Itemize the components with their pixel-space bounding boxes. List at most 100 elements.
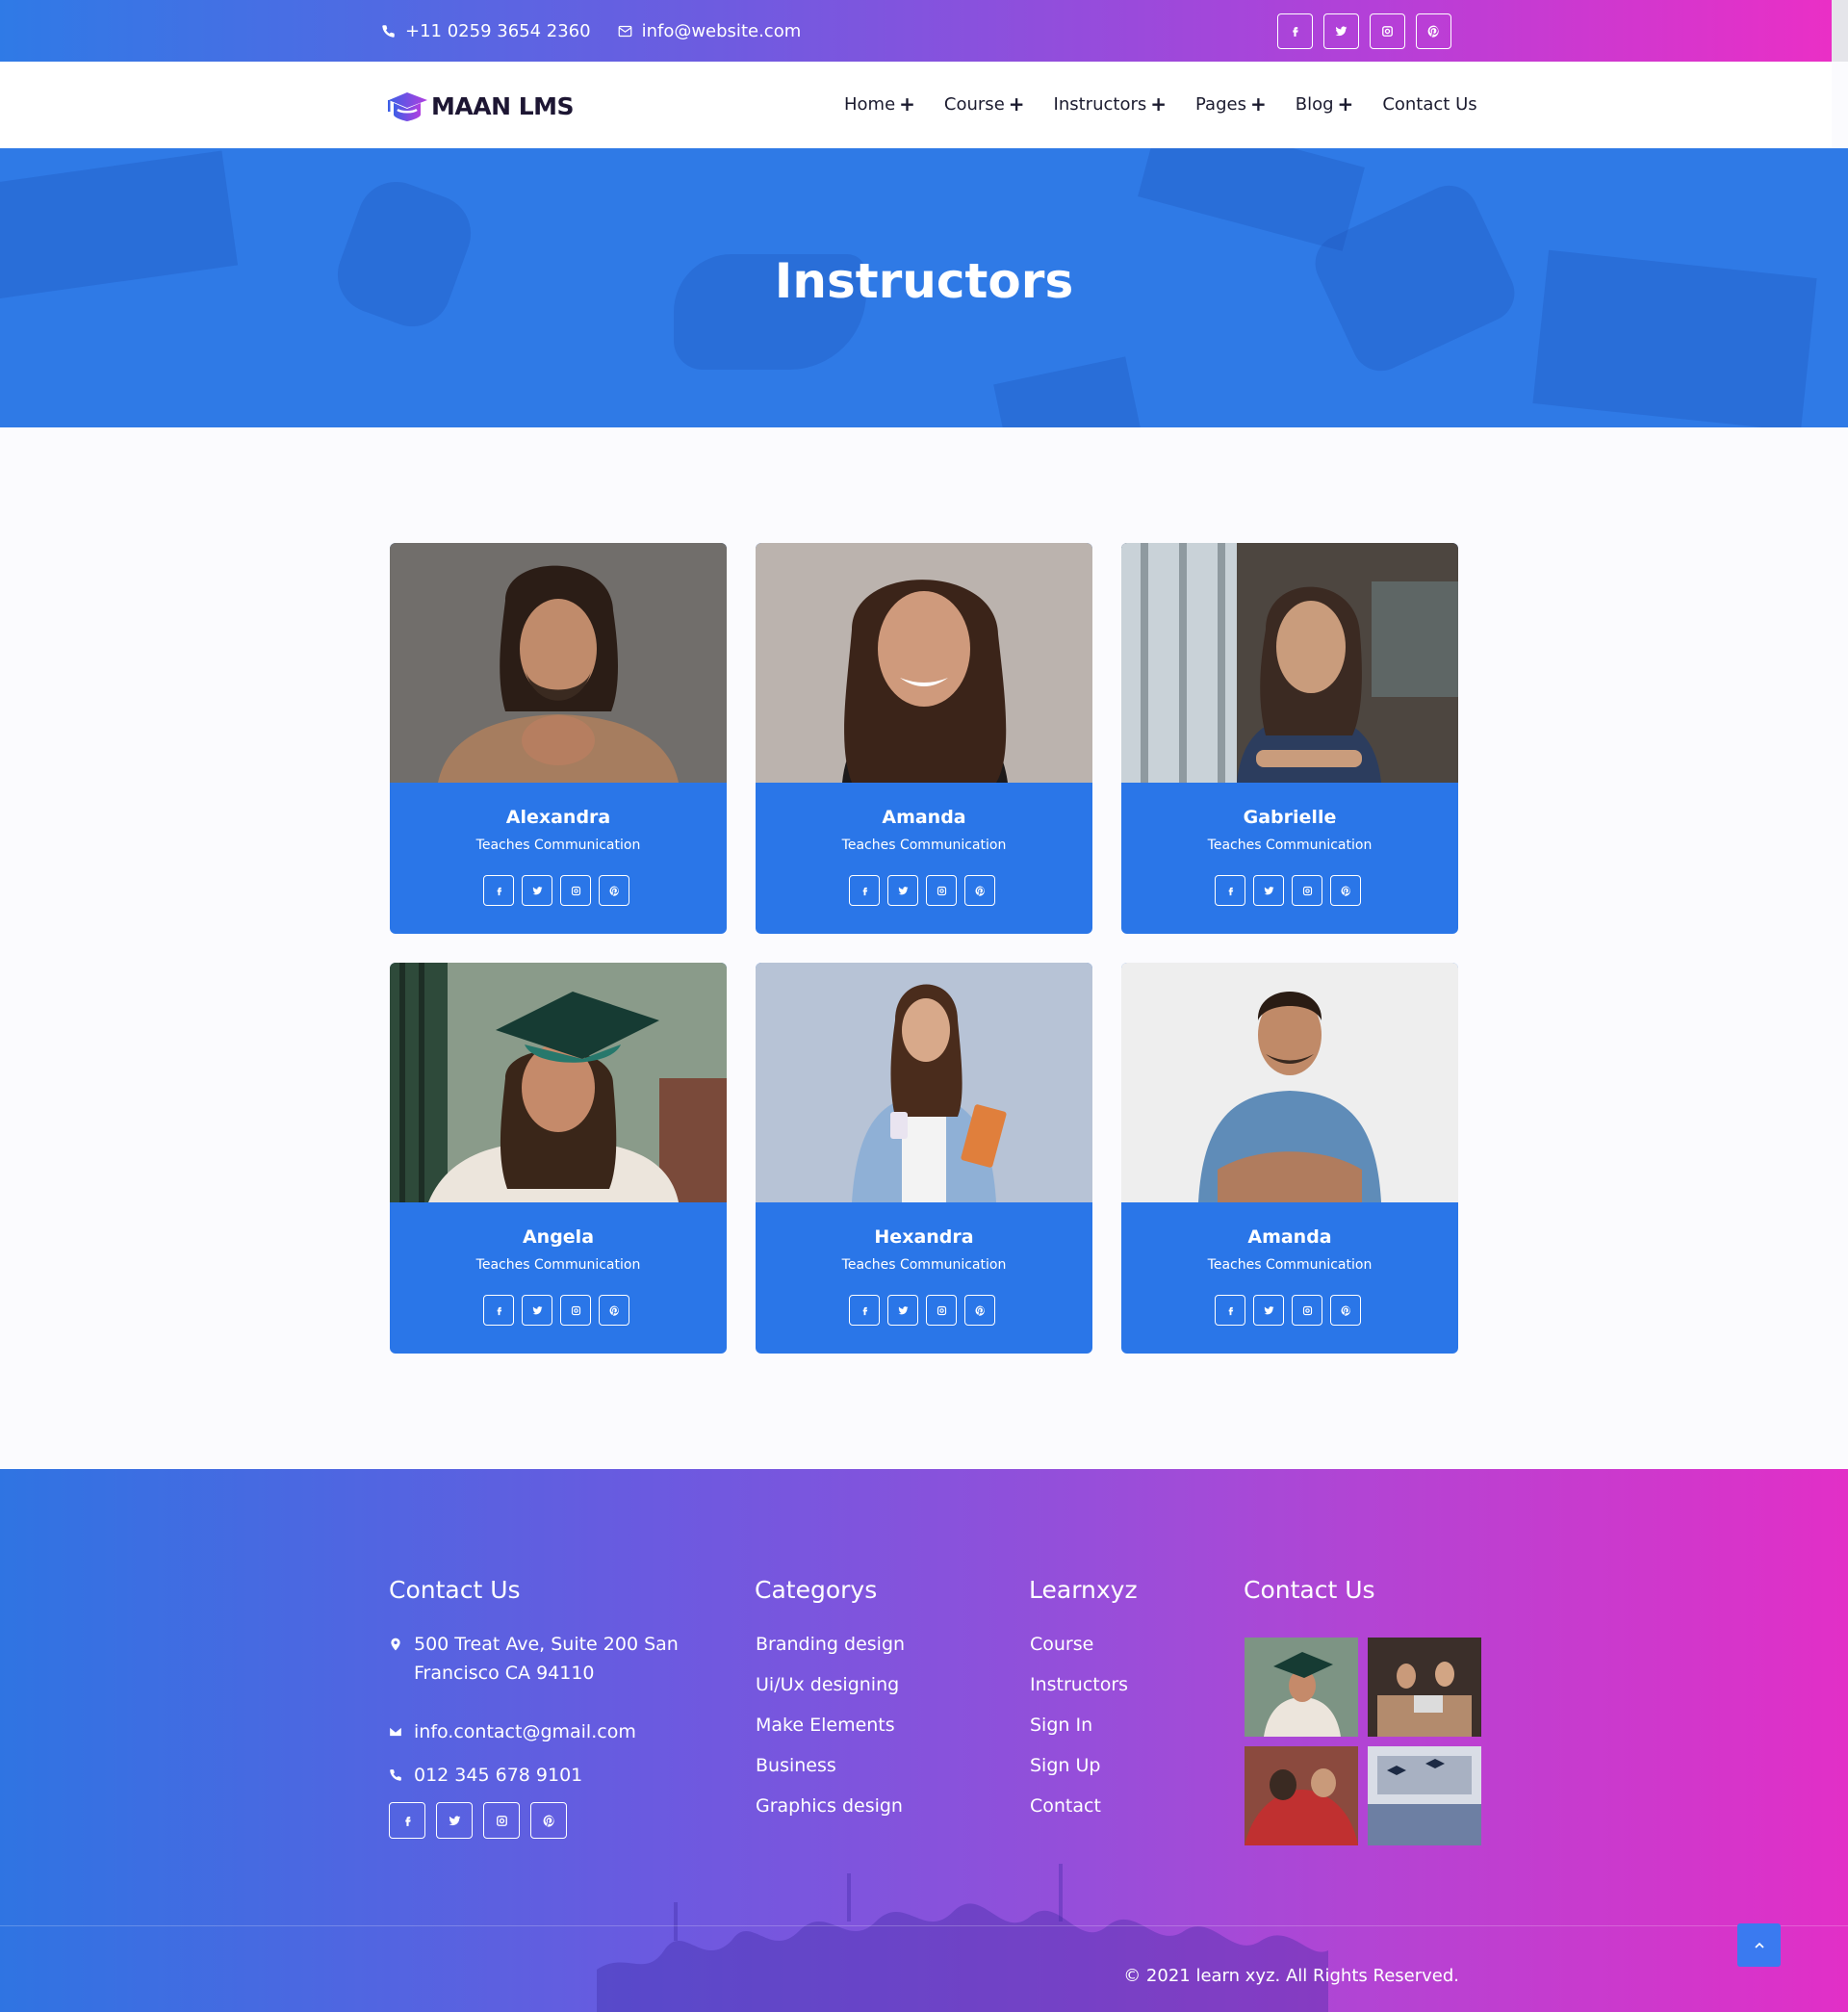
gallery-thumbnail[interactable] [1245, 1638, 1358, 1737]
instructor-card[interactable]: Alexandra Teaches Communication [390, 543, 727, 934]
facebook-link[interactable] [1215, 1295, 1245, 1326]
instagram-icon [937, 886, 946, 895]
instructor-social-links [1215, 875, 1361, 906]
nav-contact-us[interactable]: Contact Us [1382, 92, 1476, 116]
instagram-icon [1302, 1305, 1312, 1315]
pinterest-link[interactable] [964, 875, 995, 906]
nav-course-label: Course [943, 93, 1005, 115]
instagram-icon [1302, 886, 1312, 895]
gallery-thumbnail[interactable] [1368, 1746, 1481, 1845]
twitter-icon [449, 1815, 460, 1825]
footer-category-link[interactable]: Branding design [756, 1634, 905, 1655]
footer-category-link[interactable]: Graphics design [756, 1795, 903, 1817]
footer-category-link[interactable]: Make Elements [756, 1715, 895, 1736]
footer-learn-link[interactable]: Contact [1030, 1795, 1101, 1817]
footer-category-link[interactable]: Business [756, 1755, 836, 1776]
instagram-link[interactable] [560, 1295, 591, 1326]
instructor-social-links [849, 1295, 995, 1326]
facebook-icon [497, 887, 501, 895]
nav-home[interactable]: Home + [844, 92, 915, 116]
envelope-icon [618, 25, 631, 37]
instagram-link[interactable] [1292, 1295, 1322, 1326]
footer-phone[interactable]: 012 345 678 9101 [389, 1761, 582, 1790]
gallery-thumbnail[interactable] [1368, 1638, 1481, 1737]
nav-pages[interactable]: Pages + [1195, 92, 1267, 116]
twitter-link[interactable] [522, 875, 552, 906]
twitter-link[interactable] [522, 1295, 552, 1326]
site-logo[interactable]: MAAN LMS [385, 89, 575, 123]
instructor-card[interactable]: Hexandra Teaches Communication [756, 963, 1092, 1354]
instructor-name[interactable]: Alexandra [390, 807, 727, 828]
pinterest-link[interactable] [1416, 13, 1451, 49]
pinterest-link[interactable] [530, 1802, 567, 1839]
instructor-card[interactable]: Amanda Teaches Communication [756, 543, 1092, 934]
instagram-link[interactable] [1292, 875, 1322, 906]
instagram-icon [937, 1305, 946, 1315]
instructor-name[interactable]: Amanda [1121, 1226, 1458, 1248]
instagram-link[interactable] [560, 875, 591, 906]
instructor-name[interactable]: Angela [390, 1226, 727, 1248]
pinterest-link[interactable] [1330, 1295, 1361, 1326]
facebook-icon [1293, 26, 1298, 37]
pinterest-link[interactable] [1330, 875, 1361, 906]
footer-category-link[interactable]: Ui/Ux designing [756, 1674, 899, 1695]
facebook-link[interactable] [483, 1295, 514, 1326]
footer-learn-link[interactable]: Sign Up [1030, 1755, 1100, 1776]
pinterest-icon [975, 1304, 985, 1316]
topbar-phone[interactable]: +11 0259 3654 2360 [381, 21, 591, 41]
nav-instructors[interactable]: Instructors + [1054, 92, 1167, 116]
footer-email[interactable]: info.contact@gmail.com [389, 1717, 636, 1746]
nav-course[interactable]: Course + [944, 92, 1025, 116]
instagram-link[interactable] [1370, 13, 1405, 49]
instagram-link[interactable] [926, 875, 957, 906]
twitter-link[interactable] [887, 875, 918, 906]
pinterest-link[interactable] [599, 875, 629, 906]
instagram-link[interactable] [926, 1295, 957, 1326]
instagram-icon [571, 886, 580, 895]
facebook-icon [1228, 887, 1233, 895]
pinterest-link[interactable] [599, 1295, 629, 1326]
facebook-link[interactable] [849, 1295, 880, 1326]
chevron-up-icon [1754, 1942, 1764, 1948]
footer-address-line1: 500 Treat Ave, Suite 200 San [414, 1634, 679, 1655]
instructor-social-links [483, 1295, 629, 1326]
facebook-icon [862, 1306, 867, 1315]
instructor-card[interactable]: Gabrielle Teaches Communication [1121, 543, 1458, 934]
instructor-role: Teaches Communication [475, 838, 641, 853]
instructor-name[interactable]: Amanda [756, 807, 1092, 828]
hero-bg-shape [993, 356, 1143, 427]
instructor-name[interactable]: Gabrielle [1121, 807, 1458, 828]
facebook-link[interactable] [849, 875, 880, 906]
scrollbar[interactable] [1832, 0, 1848, 62]
twitter-link[interactable] [1253, 1295, 1284, 1326]
footer-categories-title: Categorys [755, 1576, 878, 1604]
nav-pages-label: Pages [1195, 93, 1246, 115]
facebook-link[interactable] [1277, 13, 1313, 49]
footer-learn-link[interactable]: Instructors [1030, 1674, 1128, 1695]
facebook-link[interactable] [389, 1802, 425, 1839]
pinterest-link[interactable] [964, 1295, 995, 1326]
gallery-thumbnail[interactable] [1245, 1746, 1358, 1845]
twitter-link[interactable] [1323, 13, 1359, 49]
facebook-link[interactable] [483, 875, 514, 906]
back-to-top-button[interactable] [1737, 1923, 1781, 1967]
twitter-link[interactable] [1253, 875, 1284, 906]
instructor-name[interactable]: Hexandra [756, 1226, 1092, 1248]
pinterest-icon [609, 1304, 619, 1316]
footer-learn-link[interactable]: Course [1030, 1634, 1093, 1655]
twitter-link[interactable] [887, 1295, 918, 1326]
twitter-link[interactable] [436, 1802, 473, 1839]
footer-contact-title: Contact Us [389, 1576, 521, 1604]
instructor-card[interactable]: Amanda Teaches Communication [1121, 963, 1458, 1354]
page-title: Instructors [774, 253, 1074, 309]
pinterest-icon [1427, 25, 1439, 38]
instagram-link[interactable] [483, 1802, 520, 1839]
instructor-social-links [1215, 1295, 1361, 1326]
topbar-email[interactable]: info@website.com [618, 20, 802, 41]
instructor-card[interactable]: Angela Teaches Communication [390, 963, 727, 1354]
instructor-photo [390, 963, 727, 1202]
facebook-link[interactable] [1215, 875, 1245, 906]
topbar-email-text: info@website.com [641, 20, 802, 41]
nav-blog[interactable]: Blog + [1296, 92, 1354, 116]
footer-learn-link[interactable]: Sign In [1030, 1715, 1092, 1736]
